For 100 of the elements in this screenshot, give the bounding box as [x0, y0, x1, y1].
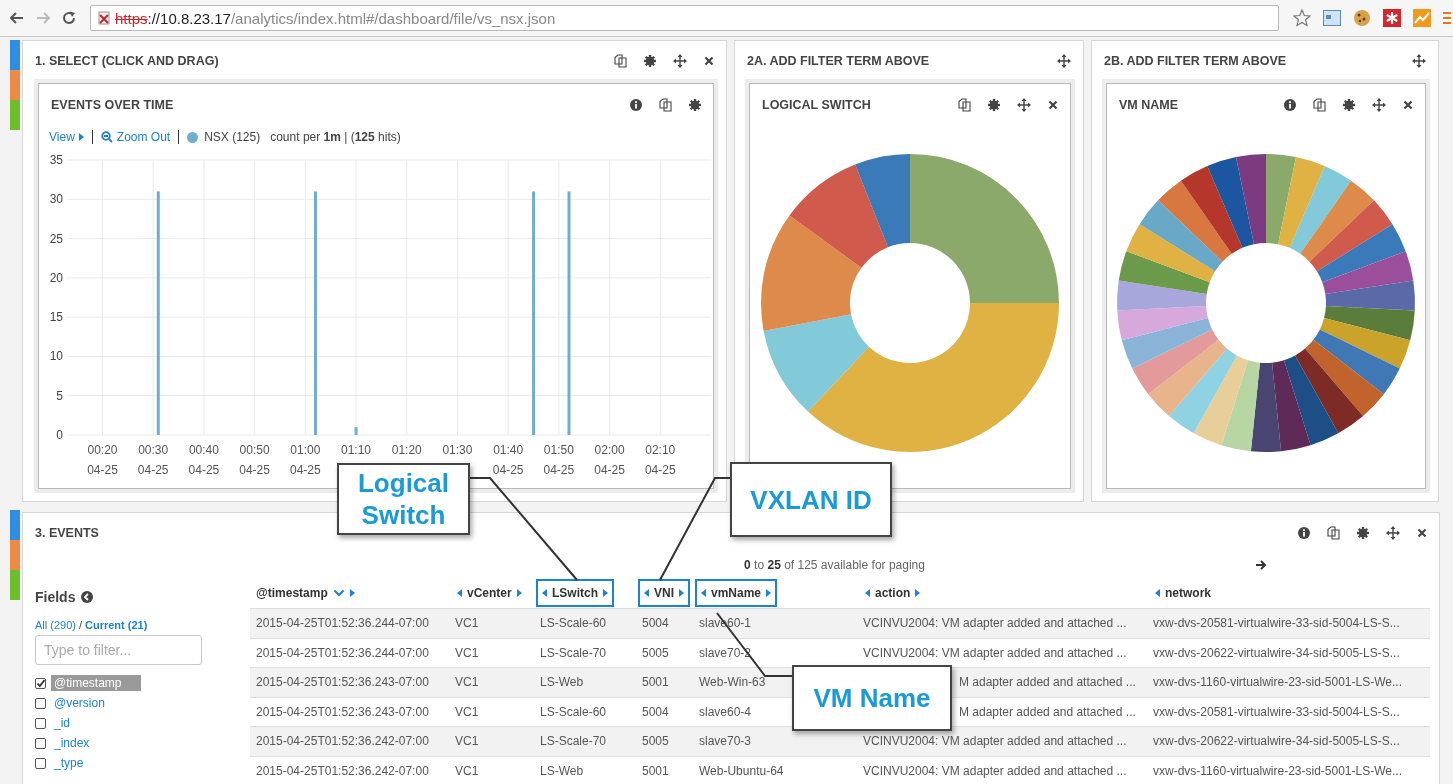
move-icon[interactable] [1372, 98, 1386, 112]
copy-icon[interactable] [614, 54, 627, 68]
column-header[interactable]: network [1149, 578, 1217, 607]
caret-right-icon[interactable] [78, 133, 84, 141]
donut-slice[interactable] [855, 154, 910, 248]
reload-icon[interactable] [62, 11, 76, 25]
cookie-icon[interactable] [1353, 9, 1371, 27]
gear-icon[interactable] [644, 55, 656, 67]
column-header[interactable]: vmName [695, 578, 778, 607]
panel-title: LOGICAL SWITCH [762, 98, 871, 112]
caret-left-icon[interactable] [542, 588, 547, 597]
copy-icon[interactable] [1327, 526, 1340, 540]
caret-left-icon[interactable] [701, 588, 706, 597]
gear-icon[interactable] [988, 99, 1000, 111]
info-icon[interactable] [630, 99, 642, 111]
close-icon[interactable] [1417, 528, 1427, 538]
view-link[interactable]: View [49, 130, 84, 144]
checkbox[interactable] [35, 757, 46, 769]
close-icon[interactable] [704, 56, 714, 66]
axis-tick-label: 20 [49, 270, 63, 285]
donut-slice[interactable] [1295, 348, 1364, 434]
donut-slice[interactable] [789, 164, 888, 268]
donut-slice[interactable] [1319, 318, 1411, 369]
donut-slice[interactable] [1139, 200, 1223, 272]
donut-slice[interactable] [1300, 180, 1374, 262]
gear-icon[interactable] [1343, 99, 1355, 111]
axis-tick-label: 15 [49, 310, 63, 325]
move-icon[interactable] [1412, 54, 1426, 68]
gear-icon[interactable] [1357, 527, 1369, 539]
info-icon[interactable] [1298, 527, 1310, 539]
all-fields-link[interactable]: All (290) [35, 619, 76, 631]
back-icon[interactable] [10, 12, 24, 24]
window-icon[interactable] [1323, 10, 1341, 26]
caret-right-icon[interactable] [679, 588, 684, 597]
caret-left-icon[interactable] [1155, 588, 1160, 597]
info-icon[interactable] [1284, 99, 1296, 111]
chevron-down-icon[interactable] [332, 588, 345, 597]
axis-tick-label: 25 [49, 231, 63, 246]
caret-left-icon[interactable] [644, 588, 649, 597]
caret-right-icon[interactable] [603, 588, 608, 597]
caret-right-icon[interactable] [516, 588, 522, 597]
filter-field[interactable]: Type to filter... [35, 635, 202, 665]
donut-slice[interactable] [1221, 360, 1260, 452]
caret-right-icon[interactable] [349, 588, 355, 597]
caret-left-icon[interactable] [457, 588, 462, 597]
copy-icon[interactable] [659, 98, 672, 112]
address-bar[interactable]: https://10.8.23.17/analytics/index.html#/dashboard/file/vs_nsx.json [90, 5, 1279, 31]
checkbox[interactable] [35, 737, 46, 749]
close-icon[interactable] [1048, 100, 1058, 110]
column-header[interactable]: VNI [638, 578, 690, 607]
color-tab[interactable] [10, 40, 20, 70]
close-icon[interactable] [1403, 100, 1413, 110]
color-tab[interactable] [10, 570, 20, 600]
field-link[interactable]: _id [51, 715, 73, 731]
checkbox[interactable] [35, 717, 46, 729]
asterisk-icon[interactable] [1383, 9, 1401, 27]
caret-right-icon[interactable] [915, 588, 921, 597]
caret-right-icon[interactable] [766, 588, 772, 597]
field-link[interactable]: _type [51, 755, 87, 771]
move-icon[interactable] [1017, 98, 1031, 112]
star-icon[interactable] [1293, 9, 1311, 27]
next-page-icon[interactable] [1254, 559, 1267, 571]
donut-slice[interactable] [1313, 329, 1400, 395]
menu-icon[interactable] [1443, 11, 1451, 25]
checkbox[interactable] [35, 697, 46, 709]
gear-icon[interactable] [689, 99, 701, 111]
move-icon[interactable] [1057, 54, 1071, 68]
collapse-icon[interactable] [81, 591, 94, 603]
caret-left-icon[interactable] [865, 588, 870, 597]
field-link[interactable]: _index [51, 735, 93, 751]
current-fields-link[interactable]: Current (21) [85, 619, 148, 631]
donut-slice[interactable] [1283, 355, 1339, 446]
move-icon[interactable] [673, 54, 687, 68]
field-link[interactable]: @version [51, 695, 108, 711]
bar[interactable] [313, 191, 317, 435]
color-tab[interactable] [10, 100, 20, 130]
donut-slice[interactable] [1305, 339, 1384, 417]
donut-slice[interactable] [1316, 224, 1406, 283]
donut-slice[interactable] [1250, 362, 1282, 452]
donut-slice[interactable] [1322, 251, 1414, 294]
column-header[interactable]: action [859, 578, 927, 607]
move-icon[interactable] [1386, 526, 1400, 540]
checkbox[interactable] [35, 677, 46, 689]
color-tab[interactable] [10, 540, 20, 570]
color-tab[interactable] [10, 510, 20, 540]
axis-tick-label: 01:40 04-25 [492, 443, 524, 477]
donut-slice[interactable] [1207, 157, 1254, 248]
table-cell: LS-Web [534, 756, 636, 784]
donut-slice[interactable] [1309, 200, 1393, 272]
copy-icon[interactable] [958, 98, 971, 112]
panel-title: VM NAME [1119, 98, 1179, 112]
color-tab[interactable] [10, 70, 20, 100]
column-header[interactable]: vCenter [451, 578, 528, 607]
copy-icon[interactable] [1313, 98, 1326, 112]
donut-slice[interactable] [1272, 360, 1311, 452]
donut-slice[interactable] [1180, 166, 1243, 254]
zoom-out-link[interactable]: Zoom Out [100, 130, 171, 144]
column-header[interactable]: LSwitch [536, 578, 614, 607]
donut-slice[interactable] [1158, 180, 1232, 262]
column-header[interactable]: @timestamp [250, 578, 361, 607]
